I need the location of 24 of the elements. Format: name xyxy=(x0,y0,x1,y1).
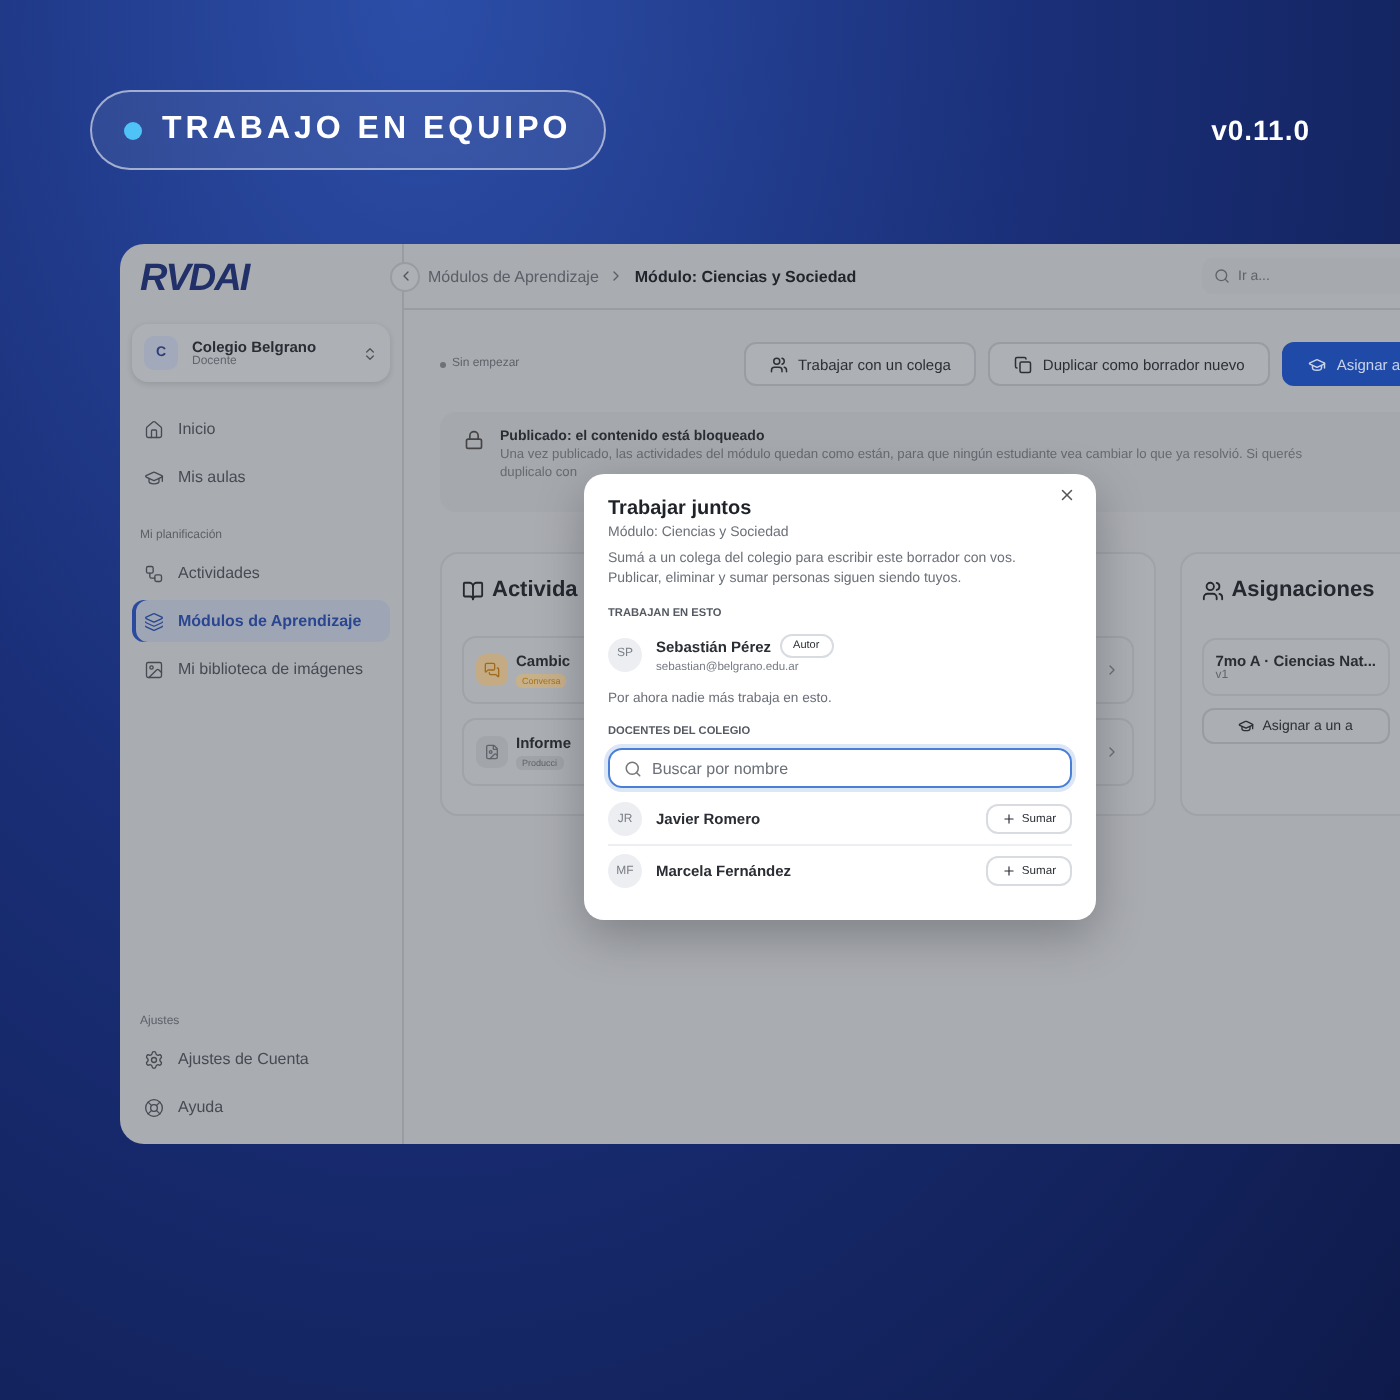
sidebar-item[interactable]: Ayuda xyxy=(132,1086,390,1128)
sidebar-item[interactable]: Módulos de Aprendizaje xyxy=(132,600,390,642)
sidebar-item[interactable]: Mis aulas xyxy=(132,456,390,498)
sidebar-item[interactable]: Inicio xyxy=(132,408,390,450)
sidebar-label: Ayuda xyxy=(178,1098,224,1116)
search-field[interactable]: Buscar por nombre xyxy=(608,748,1072,788)
card-title: Activida xyxy=(492,578,578,602)
sidebar-item[interactable]: Actividades xyxy=(132,552,390,594)
sidebar-item[interactable]: Mi biblioteca de imágenes xyxy=(132,648,390,690)
breadcrumb-item[interactable]: Módulos de Aprendizaje xyxy=(428,267,599,285)
dialog-title: Trabajar juntos xyxy=(608,498,752,520)
sidebar-label: Inicio xyxy=(178,420,216,438)
card-title: Asignaciones xyxy=(1231,578,1375,602)
sidebar-label: Mis aulas xyxy=(178,468,246,486)
sidebar-label: Módulos de Aprendizaje xyxy=(178,612,362,630)
sidebar-item[interactable]: Ajustes de Cuenta xyxy=(132,1038,390,1080)
sidebar-label: Ajustes de Cuenta xyxy=(178,1050,309,1068)
feature-badge: TRABAJO EN EQUIPO xyxy=(90,90,606,170)
search-placeholder: Buscar por nombre xyxy=(652,759,789,777)
sidebar-label: Mi biblioteca de imágenes xyxy=(178,660,363,678)
breadcrumb-item: Módulo: Ciencias y Sociedad xyxy=(634,267,857,285)
version-label: v0.11.0 xyxy=(1211,114,1310,146)
sidebar-label: Actividades xyxy=(178,564,260,582)
logo: RVDAI xyxy=(138,256,252,304)
